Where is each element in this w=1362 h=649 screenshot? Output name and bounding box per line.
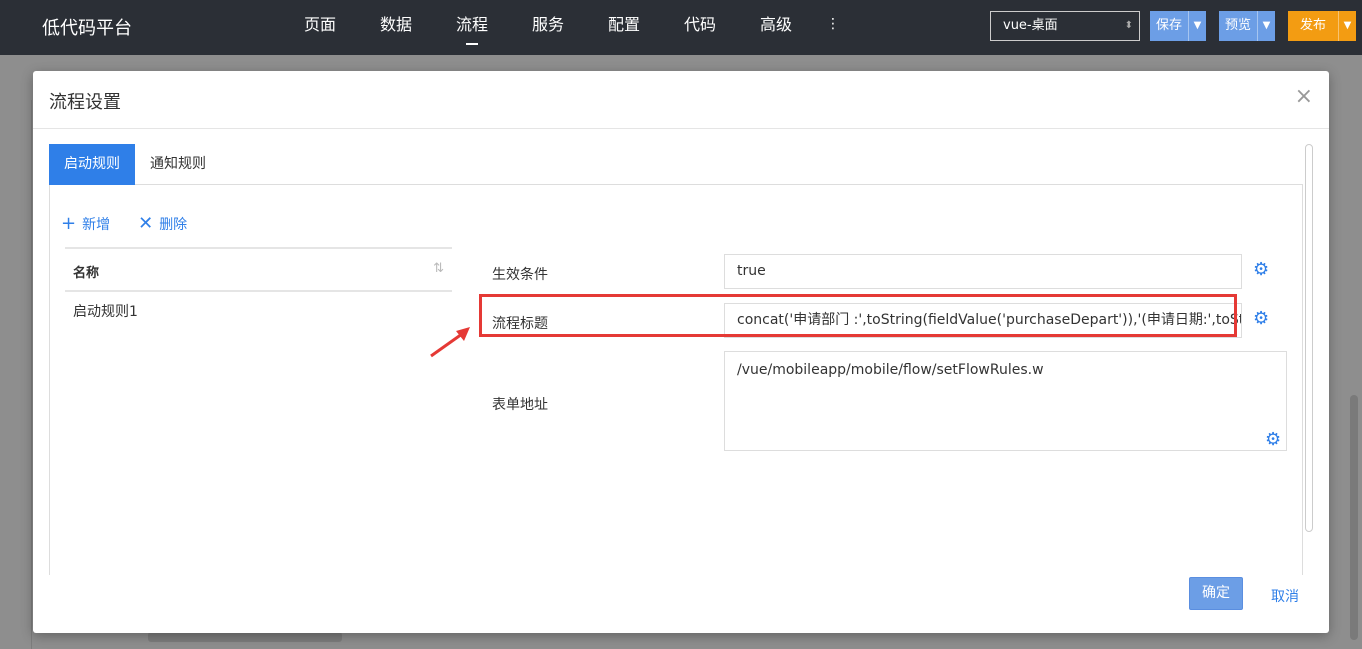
nav-item-advanced[interactable]: 高级 (738, 0, 814, 55)
delete-rule-label: 删除 (159, 217, 188, 233)
editor-left-panel-backdrop (0, 100, 32, 649)
sort-icon[interactable]: ⇅ (433, 261, 444, 276)
condition-field[interactable]: true (724, 254, 1242, 289)
dialog-header: 流程设置 × (33, 71, 1329, 129)
form-url-field[interactable]: /vue/mobileapp/mobile/flow/setFlowRules.… (724, 351, 1287, 451)
ok-button[interactable]: 确定 (1189, 577, 1243, 610)
annotation-highlight-box (479, 294, 1237, 337)
nav-item-code[interactable]: 代码 (662, 0, 738, 55)
condition-label: 生效条件 (492, 267, 548, 283)
cancel-button[interactable]: 取消 (1271, 586, 1299, 606)
gear-icon[interactable]: ⚙ (1253, 310, 1269, 328)
chevron-down-icon[interactable]: ▼ (1338, 11, 1356, 41)
chevron-updown-icon: ⬍ (1124, 20, 1133, 31)
rule-actions: + 新增 ✕ 删除 (61, 214, 187, 234)
nav-item-config[interactable]: 配置 (586, 0, 662, 55)
nav-item-service[interactable]: 服务 (510, 0, 586, 55)
editor-horizontal-scrollbar[interactable] (148, 632, 342, 642)
table-row[interactable]: 启动规则1 (65, 292, 452, 332)
add-rule-label: 新增 (82, 217, 111, 233)
main-nav: 页面 数据 流程 服务 配置 代码 高级 (282, 0, 814, 55)
dialog-scrollbar[interactable] (1305, 144, 1313, 532)
dialog-title: 流程设置 (49, 92, 121, 113)
column-header-name[interactable]: 名称 (73, 262, 99, 281)
grid-header: 名称 ⇅ (65, 247, 452, 292)
delete-rule-button[interactable]: ✕ 删除 (138, 214, 187, 234)
preview-button[interactable]: 预览 ▼ (1219, 11, 1276, 41)
tab-notify-rules[interactable]: 通知规则 (135, 144, 221, 185)
top-bar: 低代码平台 页面 数据 流程 服务 配置 代码 高级 ⋮ vue-桌面 ⬍ 保存… (0, 0, 1362, 55)
gear-icon[interactable]: ⚙ (1253, 261, 1269, 279)
environment-select-value: vue-桌面 (1003, 18, 1058, 33)
form-url-label: 表单地址 (492, 397, 548, 413)
nav-item-data[interactable]: 数据 (358, 0, 434, 55)
rules-grid: 名称 ⇅ 启动规则1 (65, 247, 452, 332)
chevron-down-icon[interactable]: ▼ (1257, 11, 1275, 41)
editor-scrollbar[interactable] (1350, 395, 1358, 640)
add-rule-button[interactable]: + 新增 (61, 214, 110, 234)
publish-button-label: 发布 (1300, 18, 1327, 33)
close-icon: ✕ (138, 213, 154, 234)
nav-item-flow[interactable]: 流程 (434, 0, 510, 55)
nav-more[interactable]: ⋮ (826, 16, 840, 32)
plus-icon: + (61, 213, 77, 234)
publish-button[interactable]: 发布 ▼ (1288, 11, 1357, 41)
chevron-down-icon[interactable]: ▼ (1188, 11, 1206, 41)
dialog-tabs: 启动规则 通知规则 (49, 144, 1303, 185)
environment-select[interactable]: vue-桌面 ⬍ (990, 11, 1140, 41)
tab-start-rules[interactable]: 启动规则 (49, 144, 135, 185)
nav-item-page[interactable]: 页面 (282, 0, 358, 55)
flow-settings-dialog: 流程设置 × 启动规则 通知规则 + 新增 ✕ 删除 名称 ⇅ 启动规则1 生效… (33, 71, 1329, 633)
annotation-arrow-icon (430, 327, 470, 358)
save-button-label: 保存 (1156, 18, 1183, 33)
preview-button-label: 预览 (1225, 18, 1252, 33)
close-icon[interactable]: × (1295, 84, 1313, 109)
app-title: 低代码平台 (42, 18, 132, 39)
save-button[interactable]: 保存 ▼ (1150, 11, 1207, 41)
gear-icon[interactable]: ⚙ (1265, 431, 1281, 449)
